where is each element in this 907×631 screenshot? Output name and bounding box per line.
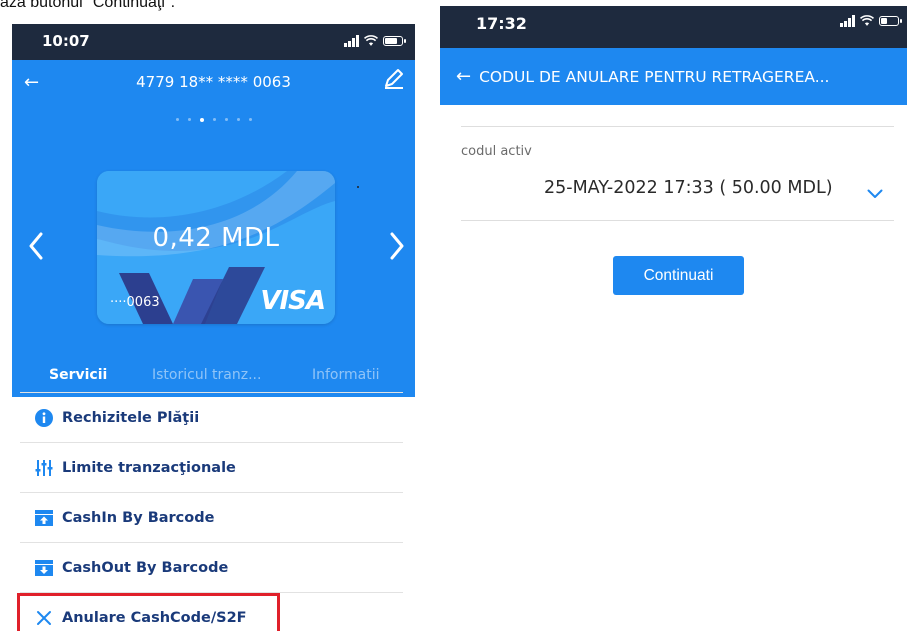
pager-dot[interactable] bbox=[224, 118, 228, 121]
page-title: CODUL DE ANULARE PENTRU RETRAGEREA... bbox=[479, 67, 830, 86]
battery-icon bbox=[383, 36, 406, 46]
menu-item-cashin[interactable]: CashIn By Barcode bbox=[20, 492, 403, 542]
highlight-box bbox=[17, 593, 280, 631]
system-icons bbox=[344, 35, 406, 47]
tab-istoricul[interactable]: Istoricul tranz... bbox=[152, 365, 284, 383]
status-bar: 17:32 bbox=[440, 6, 907, 48]
tab-bar: Servicii Istoricul tranz... Informatii bbox=[12, 365, 415, 395]
pager-dot[interactable] bbox=[187, 118, 191, 121]
divider bbox=[461, 126, 894, 127]
edit-pencil-icon[interactable] bbox=[383, 68, 405, 90]
pager-dot-active[interactable] bbox=[199, 117, 204, 122]
continue-button[interactable]: Continuati bbox=[613, 256, 744, 295]
cashout-barcode-icon bbox=[35, 559, 53, 576]
wifi-icon bbox=[860, 15, 874, 26]
menu-item-rechizitele[interactable]: Rechizitele Plăţii bbox=[20, 392, 403, 442]
signal-icon bbox=[840, 15, 855, 27]
menu-item-cashout[interactable]: CashOut By Barcode bbox=[20, 542, 403, 592]
visa-logo: VISA bbox=[260, 286, 326, 316]
status-time: 10:07 bbox=[42, 32, 90, 50]
menu-item-label: Limite tranzacţionale bbox=[62, 459, 236, 476]
pager-dot[interactable] bbox=[175, 118, 179, 121]
battery-icon bbox=[879, 16, 902, 26]
menu-item-label: Rechizitele Plăţii bbox=[62, 409, 200, 426]
card-balance: 0,42 MDL bbox=[152, 223, 280, 253]
active-code-select[interactable]: 25-MAY-2022 17:33 ( 50.00 MDL) bbox=[544, 178, 833, 198]
right-phone-screen: 17:32 ← CODUL DE ANULARE PENTRU RETRAGER… bbox=[440, 6, 907, 631]
decorative-speck bbox=[357, 186, 359, 188]
pager-dot[interactable] bbox=[236, 118, 240, 121]
tab-informatii[interactable]: Informatii bbox=[312, 365, 380, 383]
bank-card[interactable]: 0,42 MDL ····0063 VISA bbox=[97, 171, 335, 324]
previous-card-chevron-icon[interactable] bbox=[26, 230, 46, 262]
system-icons bbox=[840, 15, 902, 27]
cashin-barcode-icon bbox=[35, 509, 53, 526]
sliders-icon bbox=[35, 459, 53, 476]
card-header: ← 4779 18** **** 0063 0,42 MDL ····0063 … bbox=[12, 60, 415, 397]
card-number: 4779 18** **** 0063 bbox=[136, 73, 291, 91]
pager-dot[interactable] bbox=[248, 118, 252, 121]
menu-item-label: CashOut By Barcode bbox=[62, 559, 229, 576]
page-header: ← CODUL DE ANULARE PENTRU RETRAGEREA... bbox=[440, 48, 907, 105]
chevron-down-icon[interactable] bbox=[867, 189, 883, 199]
menu-item-label: CashIn By Barcode bbox=[62, 509, 215, 526]
instruction-caption: ază butonul "Continuaţi". bbox=[0, 0, 176, 11]
tab-servicii[interactable]: Servicii bbox=[49, 365, 107, 383]
menu-item-limite[interactable]: Limite tranzacţionale bbox=[20, 442, 403, 492]
active-code-label: codul activ bbox=[461, 144, 532, 159]
left-phone-screen: 10:07 ← 4779 18** **** 0063 0,42 MDL ···… bbox=[12, 24, 415, 631]
screenshot-stage: ază butonul "Continuaţi". 10:07 ← 4779 1… bbox=[0, 0, 907, 631]
card-pager-dots bbox=[12, 117, 415, 122]
next-card-chevron-icon[interactable] bbox=[387, 230, 407, 262]
status-bar: 10:07 bbox=[12, 24, 415, 60]
card-last-digits: ····0063 bbox=[110, 295, 160, 310]
back-button[interactable]: ← bbox=[456, 66, 471, 87]
signal-icon bbox=[344, 35, 359, 47]
wifi-icon bbox=[364, 35, 378, 46]
divider bbox=[461, 220, 894, 221]
pager-dot[interactable] bbox=[212, 118, 216, 121]
status-time: 17:32 bbox=[476, 14, 527, 33]
info-icon bbox=[35, 408, 53, 427]
